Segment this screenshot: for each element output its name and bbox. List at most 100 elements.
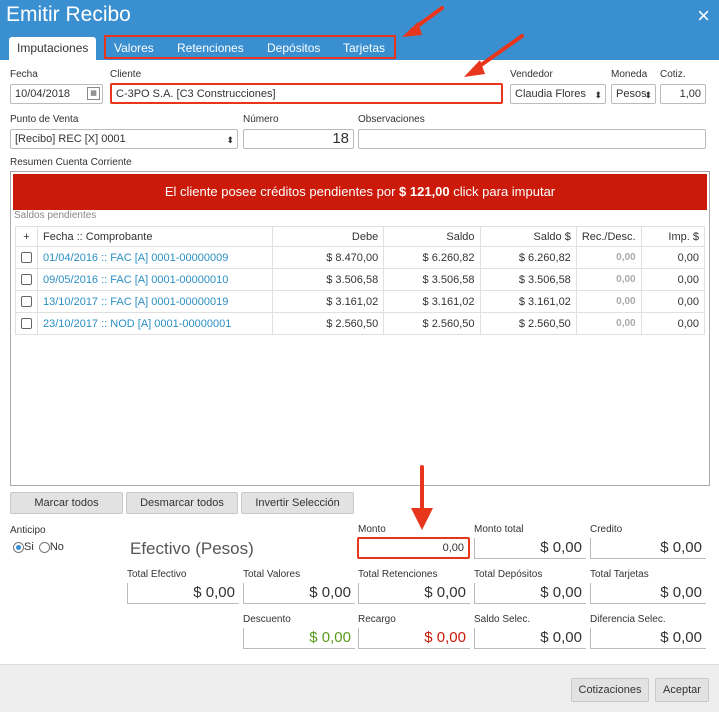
calendar-icon[interactable]: ▦ — [87, 87, 100, 100]
rec-cell[interactable]: 0,00 — [575, 268, 642, 291]
banner-amount: $ 121,00 — [399, 184, 450, 199]
imp-cell[interactable]: 0,00 — [640, 290, 706, 313]
saldo-cell: $ 3.506,58 — [383, 268, 481, 291]
cliente-label: Cliente — [110, 69, 142, 80]
total-tarjetas-value: $ 0,00 — [590, 583, 706, 604]
resumen-panel: El cliente posee créditos pendientes por… — [10, 171, 710, 486]
debe-cell: $ 8.470,00 — [272, 246, 385, 269]
col-imp-header: Imp. $ — [640, 226, 706, 247]
credito-label: Credito — [590, 524, 623, 535]
cliente-input[interactable]: C-3PO S.A. [C3 Construcciones] — [110, 83, 503, 104]
numero-input[interactable]: 18 — [243, 129, 354, 149]
saldo-ars-cell: $ 3.506,58 — [479, 268, 577, 291]
cotiz-label: Cotiz. — [660, 69, 686, 80]
total-depositos-label: Total Depósitos — [474, 569, 543, 580]
table-row[interactable]: 01/04/2016 :: FAC [A] 0001-00000009 $ 8.… — [15, 246, 706, 269]
total-retenciones-label: Total Retenciones — [358, 569, 438, 580]
col-rec-header: Rec./Desc. — [575, 226, 642, 247]
title-bar: Emitir Recibo × — [0, 0, 719, 33]
col-debe-header: Debe — [272, 226, 385, 247]
vendedor-label: Vendedor — [510, 69, 553, 80]
punto-venta-select[interactable]: [Recibo] REC [X] 0001 ⬍ — [10, 129, 238, 149]
tab-imputaciones[interactable]: Imputaciones — [9, 37, 97, 60]
creditos-banner[interactable]: El cliente posee créditos pendientes por… — [13, 174, 707, 210]
rec-cell[interactable]: 0,00 — [575, 312, 642, 335]
saldo-ars-cell: $ 3.161,02 — [479, 290, 577, 313]
rec-cell[interactable]: 0,00 — [575, 246, 642, 269]
col-saldo-header: Saldo — [383, 226, 481, 247]
row-checkbox[interactable] — [15, 290, 38, 313]
col-saldo-ars-header: Saldo $ — [479, 226, 577, 247]
efectivo-heading: Efectivo (Pesos) — [130, 539, 254, 558]
numero-label: Número — [243, 114, 279, 125]
comprobante-link[interactable]: 13/10/2017 :: FAC [A] 0001-00000019 — [36, 290, 274, 313]
comprobante-link[interactable]: 09/05/2016 :: FAC [A] 0001-00000010 — [36, 268, 274, 291]
total-tarjetas-label: Total Tarjetas — [590, 569, 649, 580]
aceptar-button[interactable]: Aceptar — [655, 678, 709, 702]
total-depositos-value: $ 0,00 — [474, 583, 586, 604]
close-icon[interactable]: × — [697, 3, 710, 29]
saldo-ars-cell: $ 6.260,82 — [479, 246, 577, 269]
total-valores-label: Total Valores — [243, 569, 301, 580]
vendedor-select[interactable]: Claudia Flores ⬍ — [510, 84, 606, 104]
select-arrows-icon: ⬍ — [644, 90, 652, 100]
moneda-label: Moneda — [611, 69, 648, 80]
saldo-cell: $ 2.560,50 — [383, 312, 481, 335]
fecha-input[interactable]: 10/04/2018 ▦ — [10, 84, 103, 104]
col-comprobante-header: Fecha :: Comprobante — [36, 226, 274, 247]
total-efectivo-label: Total Efectivo — [127, 569, 187, 580]
recargo-value: $ 0,00 — [358, 628, 470, 649]
invertir-seleccion-button[interactable]: Invertir Selección — [241, 492, 354, 514]
descuento-label: Descuento — [243, 614, 291, 625]
checkbox-icon[interactable] — [21, 296, 32, 308]
anticipo-si-radio[interactable] — [13, 541, 24, 553]
monto-label: Monto — [358, 524, 386, 535]
anticipo-radio-group: Si No — [13, 541, 64, 553]
desmarcar-todos-button[interactable]: Desmarcar todos — [126, 492, 238, 514]
debe-cell: $ 3.506,58 — [272, 268, 385, 291]
dialog-footer: Cotizaciones Aceptar — [0, 664, 719, 712]
diferencia-selec-label: Diferencia Selec. — [590, 614, 666, 625]
marcar-todos-button[interactable]: Marcar todos — [10, 492, 123, 514]
diferencia-selec-value: $ 0,00 — [590, 628, 706, 649]
total-efectivo-value: $ 0,00 — [127, 583, 239, 604]
tab-bar: Imputaciones Valores Retenciones Depósit… — [0, 33, 719, 60]
rec-cell[interactable]: 0,00 — [575, 290, 642, 313]
row-checkbox[interactable] — [15, 246, 38, 269]
checkbox-icon[interactable] — [21, 274, 32, 286]
moneda-select[interactable]: Pesos ⬍ — [611, 84, 656, 104]
checkbox-icon[interactable] — [21, 318, 32, 330]
monto-input[interactable]: 0,00 — [357, 537, 470, 559]
credito-value: $ 0,00 — [590, 538, 706, 559]
fecha-label: Fecha — [10, 69, 38, 80]
imp-cell[interactable]: 0,00 — [640, 312, 706, 335]
banner-text-post: click para imputar — [453, 184, 556, 199]
debe-cell: $ 2.560,50 — [272, 312, 385, 335]
checkbox-icon[interactable] — [21, 252, 32, 264]
row-checkbox[interactable] — [15, 268, 38, 291]
table-row[interactable]: 23/10/2017 :: NOD [A] 0001-00000001 $ 2.… — [15, 312, 706, 335]
imp-cell[interactable]: 0,00 — [640, 246, 706, 269]
anticipo-no-radio[interactable] — [38, 541, 50, 553]
punto-venta-label: Punto de Venta — [10, 114, 79, 125]
saldo-cell: $ 3.161,02 — [383, 290, 481, 313]
saldos-table: + Fecha :: Comprobante Debe Saldo Saldo … — [15, 226, 706, 335]
observaciones-input[interactable] — [358, 129, 706, 149]
saldo-cell: $ 6.260,82 — [383, 246, 481, 269]
imp-cell[interactable]: 0,00 — [640, 268, 706, 291]
col-add-header[interactable]: + — [15, 226, 38, 247]
saldos-label: Saldos pendientes — [14, 210, 97, 221]
anticipo-si-label: Si — [24, 541, 34, 553]
comprobante-link[interactable]: 23/10/2017 :: NOD [A] 0001-00000001 — [36, 312, 274, 335]
saldo-ars-cell: $ 2.560,50 — [479, 312, 577, 335]
select-arrows-icon: ⬍ — [226, 135, 234, 145]
comprobante-link[interactable]: 01/04/2016 :: FAC [A] 0001-00000009 — [36, 246, 274, 269]
recargo-label: Recargo — [358, 614, 396, 625]
punto-venta-value: [Recibo] REC [X] 0001 — [15, 133, 126, 145]
row-checkbox[interactable] — [15, 312, 38, 335]
cotiz-input[interactable]: 1,00 — [660, 84, 706, 104]
table-row[interactable]: 09/05/2016 :: FAC [A] 0001-00000010 $ 3.… — [15, 268, 706, 291]
anticipo-no-label: No — [49, 541, 64, 553]
cotizaciones-button[interactable]: Cotizaciones — [571, 678, 649, 702]
table-row[interactable]: 13/10/2017 :: FAC [A] 0001-00000019 $ 3.… — [15, 290, 706, 313]
